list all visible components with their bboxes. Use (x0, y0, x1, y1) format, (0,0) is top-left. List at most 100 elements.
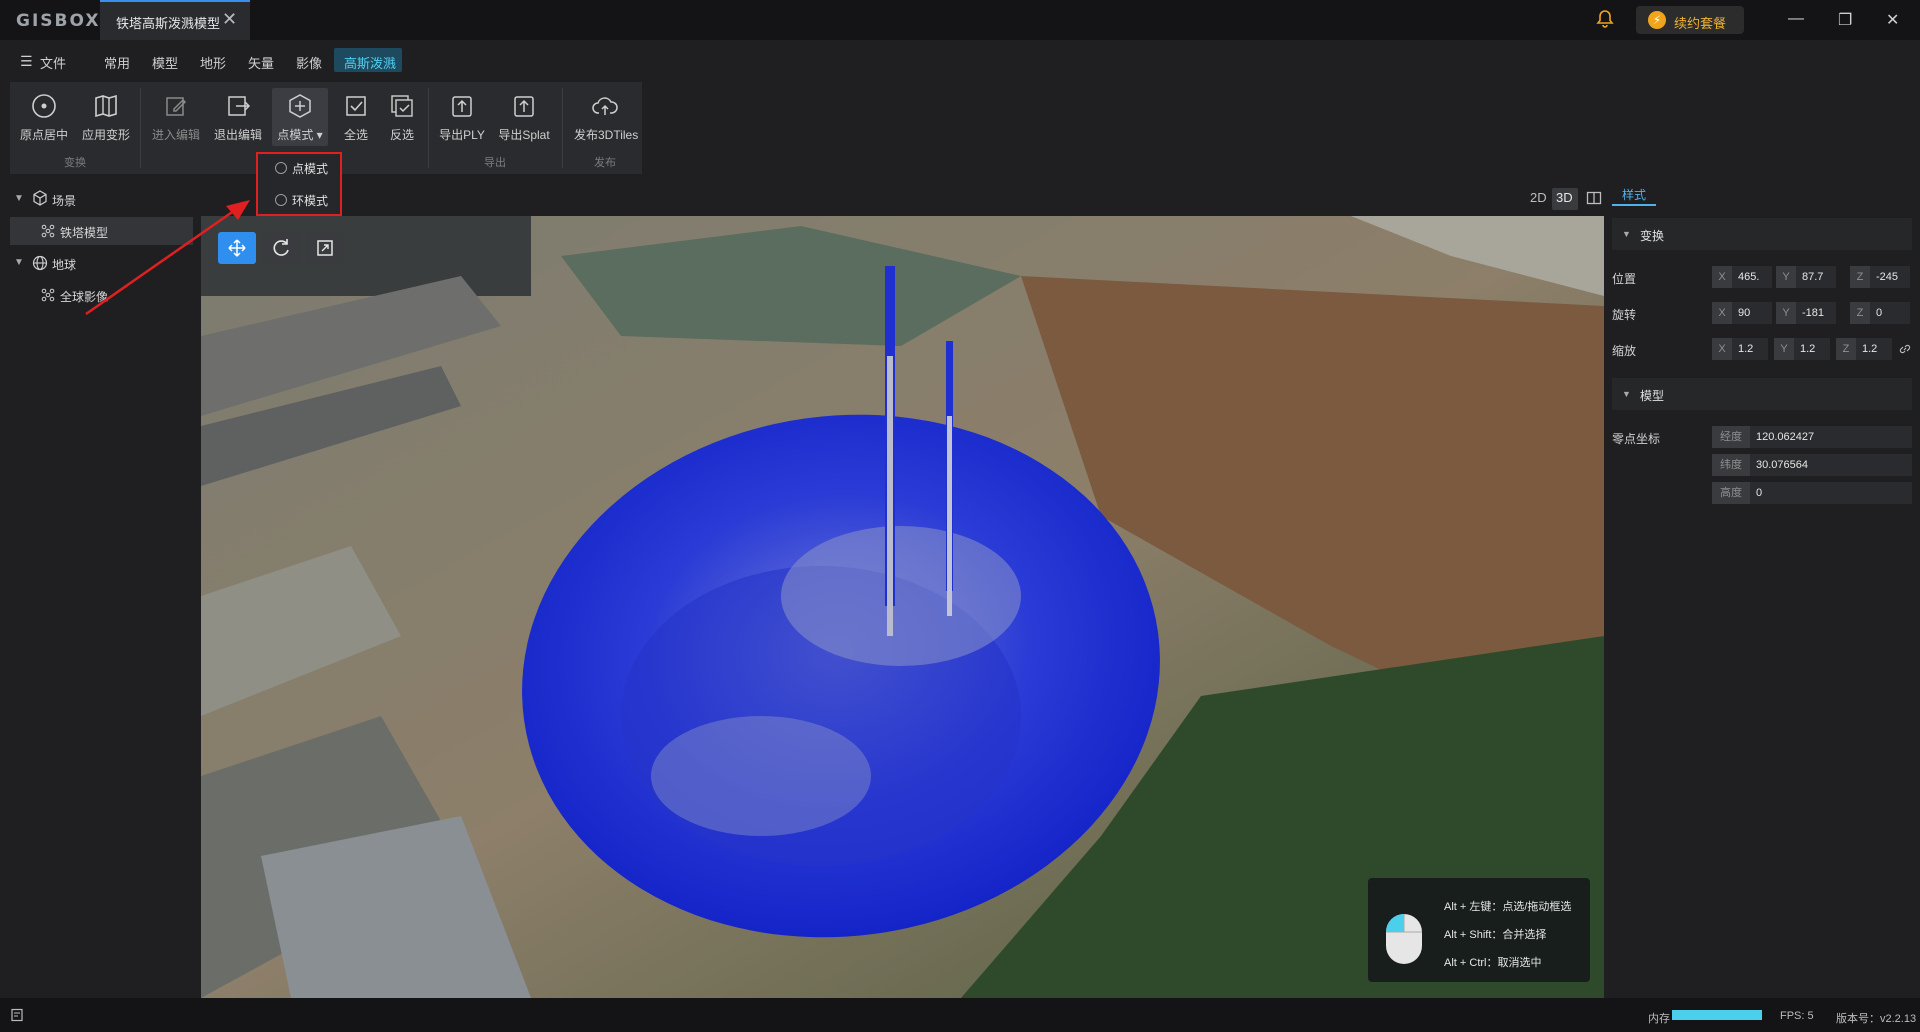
origin-coord-label: 零点坐标 (1612, 432, 1661, 446)
restore-icon[interactable]: ❐ (1838, 10, 1852, 30)
scale-tool-button[interactable] (306, 232, 344, 264)
longitude-label: 经度 (1712, 426, 1750, 448)
tool-label: 导出PLY (439, 128, 485, 142)
position-label: 位置 (1612, 272, 1637, 286)
tab-underline (1612, 204, 1656, 206)
axis-y-label: Y (1774, 338, 1794, 360)
chevron-down-icon[interactable]: ▼ (1622, 229, 1631, 239)
close-window-icon[interactable]: ✕ (1886, 10, 1899, 30)
check-square-icon (346, 96, 366, 116)
export-ply-button[interactable]: 导出PLY (432, 92, 492, 143)
height-label: 高度 (1712, 482, 1750, 504)
chevron-down-icon[interactable]: ▼ (14, 193, 24, 204)
tool-label: 导出Splat (498, 128, 550, 142)
longitude-input[interactable]: 120.062427 (1750, 426, 1912, 448)
fps-readout: FPS: 5 (1780, 1010, 1814, 1022)
radio-icon (275, 194, 287, 206)
document-tab-label[interactable]: 铁塔高斯泼溅模型 (116, 13, 220, 32)
tool-label: 反选 (389, 128, 414, 142)
scale-z-input[interactable]: 1.2 (1856, 338, 1892, 360)
latitude-input[interactable]: 30.076564 (1750, 454, 1912, 476)
tab-style[interactable]: 样式 (1622, 186, 1646, 203)
chevron-down-icon[interactable]: ▼ (1622, 389, 1631, 399)
upgrade-label[interactable]: 续约套餐 (1674, 13, 1726, 32)
position-x-input[interactable]: 465. (1732, 266, 1772, 288)
enter-edit-button[interactable]: 进入编辑 (146, 92, 206, 143)
export-icon (514, 96, 534, 117)
scale-icon (317, 240, 333, 256)
height-input[interactable]: 0 (1750, 482, 1912, 504)
axis-z-label: Z (1836, 338, 1856, 360)
minimize-icon[interactable]: — (1788, 10, 1804, 28)
section-title-model: 模型 (1640, 389, 1665, 403)
export-splat-button[interactable]: 导出Splat (494, 92, 554, 143)
axis-z-label: Z (1850, 302, 1870, 324)
rotation-y-input[interactable]: -181 (1796, 302, 1836, 324)
point-mode-button[interactable]: 点模式 ▾ (270, 92, 330, 143)
target-icon (32, 94, 56, 118)
status-bar (0, 998, 1920, 1032)
hamburger-icon[interactable]: ☰ (20, 53, 33, 70)
tree-node-globe[interactable]: 地球 (52, 256, 76, 273)
scale-label: 缩放 (1612, 344, 1637, 358)
cube-icon (32, 190, 48, 209)
menu-vector[interactable]: 矢量 (248, 53, 274, 72)
version-label: 版本号：v2.2.13 (1836, 1013, 1917, 1025)
rotation-x-input[interactable]: 90 (1732, 302, 1772, 324)
tool-label: 发布3DTiles (574, 128, 639, 142)
axis-z-label: Z (1850, 266, 1870, 288)
exit-edit-button[interactable]: 退出编辑 (208, 92, 268, 143)
axis-x-label: X (1712, 302, 1732, 324)
export-icon (452, 96, 472, 117)
group-label-transform: 变换 (64, 157, 86, 169)
rotation-label: 旋转 (1612, 308, 1637, 322)
dropdown-item-point-mode[interactable]: 点模式 (292, 160, 328, 177)
invert-select-button[interactable]: 反选 (372, 92, 432, 143)
log-icon[interactable] (10, 1008, 24, 1025)
section-title-transform: 变换 (1640, 229, 1665, 243)
axis-y-label: Y (1776, 266, 1796, 288)
position-y-input[interactable]: 87.7 (1796, 266, 1836, 288)
menu-terrain[interactable]: 地形 (200, 53, 226, 72)
axis-y-label: Y (1776, 302, 1796, 324)
latitude-label: 纬度 (1712, 454, 1750, 476)
dropdown-item-ring-mode[interactable]: 环模式 (292, 192, 328, 209)
menu-model[interactable]: 模型 (152, 53, 178, 72)
split-view-icon[interactable] (1586, 190, 1602, 209)
rotation-z-input[interactable]: 0 (1870, 302, 1910, 324)
publish-3dtiles-button[interactable]: 发布3DTiles (574, 92, 639, 143)
scale-x-input[interactable]: 1.2 (1732, 338, 1768, 360)
tool-label: 原点居中 (19, 128, 68, 142)
menu-gaussian-splat[interactable]: 高斯泼溅 (344, 53, 396, 72)
bell-icon[interactable] (1594, 8, 1616, 30)
hint-line: Alt + Ctrl：取消选中 (1444, 957, 1542, 969)
menu-common[interactable]: 常用 (104, 53, 130, 72)
link-icon[interactable] (1898, 342, 1912, 359)
menu-bar (0, 40, 1920, 80)
center-origin-button[interactable]: 原点居中 (14, 92, 74, 143)
toolbar-separator (428, 88, 429, 168)
apply-transform-button[interactable]: 应用变形 (76, 92, 136, 143)
edit-icon (166, 97, 187, 116)
rotate-tool-button[interactable] (262, 232, 300, 264)
view-mode-3d[interactable]: 3D (1556, 190, 1573, 205)
position-z-input[interactable]: -245 (1870, 266, 1910, 288)
tree-node-scene[interactable]: 场景 (52, 192, 76, 209)
hexagon-plus-icon (289, 94, 311, 118)
group-label-export: 导出 (484, 157, 506, 169)
app-logo: GISBOX (16, 11, 101, 31)
tab-close-icon[interactable]: ✕ (222, 9, 237, 30)
axis-x-label: X (1712, 338, 1732, 360)
tool-label: 应用变形 (81, 128, 130, 142)
menu-file[interactable]: 文件 (40, 53, 66, 72)
imagery-layer-icon (40, 287, 56, 306)
tool-label: 点模式 ▾ (277, 128, 323, 142)
radio-icon (275, 162, 287, 174)
exit-edit-icon (228, 96, 251, 116)
menu-imagery[interactable]: 影像 (296, 53, 322, 72)
scale-y-input[interactable]: 1.2 (1794, 338, 1830, 360)
title-bar (0, 0, 1920, 41)
chevron-down-icon[interactable]: ▼ (14, 257, 24, 268)
map-transform-icon (95, 94, 117, 118)
view-mode-2d[interactable]: 2D (1530, 190, 1547, 205)
